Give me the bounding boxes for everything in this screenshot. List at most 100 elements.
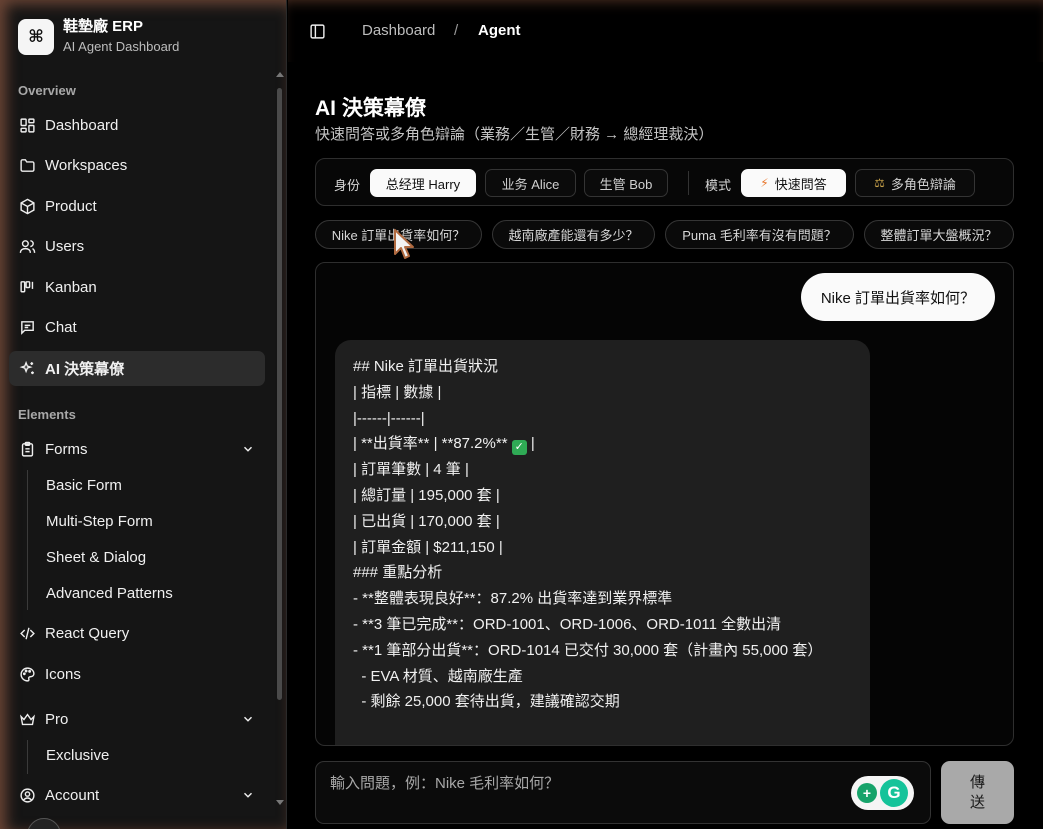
assistant-line: - 剩餘 25,000 套待出貨，建議確認交期 — [353, 693, 620, 711]
submenu-guide-line — [27, 470, 28, 610]
sidebar-item-label: AI 決策幕僚 — [45, 361, 125, 378]
sidebar: ⌘ 鞋墊廠 ERP AI Agent Dashboard Overview Da… — [0, 0, 287, 829]
sidebar-item-label: Users — [45, 238, 85, 255]
sparkles-icon — [19, 360, 34, 375]
assistant-line: | 訂單金額 | $211,150 | — [353, 538, 503, 556]
assistant-line: - **3 筆已完成**：ORD-1001、ORD-1006、ORD-1011 … — [353, 615, 782, 633]
mode-button-label: 多角色辯論 — [890, 176, 956, 192]
crown-icon — [20, 713, 35, 726]
sidebar-item-account[interactable]: Account — [9, 778, 265, 813]
scales-icon: ⚖ — [874, 176, 885, 190]
breadcrumb-separator: / — [454, 22, 459, 39]
mode-button-quick-answer[interactable]: ⚡ 快速問答 — [741, 169, 846, 197]
sidebar-item-workspaces[interactable]: Workspaces — [9, 148, 265, 183]
sidebar-item-label: Forms — [45, 441, 88, 458]
sidebar-item-label: Kanban — [45, 279, 97, 296]
chevron-down-icon — [243, 792, 253, 798]
submenu-guide-line — [27, 740, 28, 774]
sidebar-item-ai-advisor[interactable]: AI 決策幕僚 — [9, 351, 265, 386]
assistant-line: | 訂單筆數 | 4 筆 | — [353, 461, 469, 479]
assistant-line: - **1 筆部分出貨**：ORD-1014 已交付 30,000 套（計畫內 … — [353, 641, 823, 659]
avatar[interactable] — [27, 818, 61, 829]
role-button-bob[interactable]: 生管 Bob — [584, 169, 668, 197]
sidebar-scrollbar[interactable] — [277, 88, 282, 700]
chevron-down-icon — [243, 716, 253, 722]
sidebar-subitem-basic-form[interactable]: Basic Form — [36, 470, 256, 500]
sidebar-item-label: Workspaces — [45, 157, 128, 174]
user-message-bubble: Nike 訂單出貨率如何？ — [800, 273, 995, 321]
sidebar-item-label: Icons — [45, 666, 81, 683]
assistant-line: - **整體表現良好**：87.2% 出貨率達到業界標準 — [353, 590, 673, 608]
folder-icon — [20, 159, 35, 172]
group-label-overview: Overview — [18, 83, 76, 98]
topbar: Dashboard / Agent — [288, 0, 1043, 62]
mode-button-debate[interactable]: ⚖ 多角色辯論 — [855, 169, 975, 197]
sidebar-item-label: Account — [45, 787, 100, 804]
clipboard-icon — [21, 441, 34, 457]
scrollbar-up-arrow[interactable] — [276, 72, 284, 77]
mode-label: 模式 — [705, 178, 732, 193]
sidebar-toggle-icon[interactable] — [309, 23, 326, 40]
control-divider — [688, 171, 689, 195]
breadcrumb-agent: Agent — [478, 22, 521, 39]
sidebar-item-icons[interactable]: Icons — [9, 657, 265, 692]
assistant-line: | **出貨率** | **87.2%** ✓ | — [353, 435, 535, 456]
assistant-line: ## Nike 訂單出貨狀況 — [353, 358, 499, 375]
chat-window[interactable]: Nike 訂單出貨率如何？ ## Nike 訂單出貨狀況 | 指標 | 數據 |… — [315, 262, 1014, 746]
chat-input-box[interactable]: + G — [315, 761, 931, 824]
dashboard-icon — [20, 118, 35, 133]
sidebar-subitem-advanced-patterns[interactable]: Advanced Patterns — [36, 578, 256, 608]
role-button-alice[interactable]: 业务 Alice — [485, 169, 576, 197]
code-icon — [20, 627, 35, 640]
lightning-icon: ⚡ — [760, 176, 769, 190]
sidebar-item-label: Chat — [45, 319, 77, 336]
role-button-label: 业务 Alice — [501, 176, 560, 192]
chat-input[interactable] — [316, 762, 930, 823]
assistant-line: ### 重點分析 — [353, 564, 443, 582]
breadcrumb-dashboard[interactable]: Dashboard — [362, 22, 435, 40]
sidebar-item-kanban[interactable]: Kanban — [9, 270, 265, 305]
page-subtitle: 快速問答或多角色辯論（業務／生管／財務 → 總經理裁決） — [315, 126, 714, 143]
sidebar-item-label: React Query — [45, 625, 130, 642]
assistant-line: | 總訂量 | 195,000 套 | — [353, 486, 500, 504]
sidebar-item-forms[interactable]: Forms — [9, 432, 265, 467]
mouse-cursor-icon — [394, 229, 414, 259]
quick-question-chip[interactable]: 越南廠產能還有多少？ — [492, 220, 655, 249]
page-title: AI 決策幕僚 — [315, 97, 426, 120]
sidebar-item-label: Pro — [45, 711, 69, 728]
users-icon — [19, 240, 36, 253]
brand-subtitle: AI Agent Dashboard — [63, 39, 180, 54]
sidebar-subitem-exclusive[interactable]: Exclusive — [36, 740, 256, 770]
sidebar-item-react-query[interactable]: React Query — [9, 616, 265, 651]
sidebar-subitem-sheet-dialog[interactable]: Sheet & Dialog — [36, 542, 256, 572]
sidebar-subitem-multi-step-form[interactable]: Multi-Step Form — [36, 506, 256, 536]
sidebar-item-chat[interactable]: Chat — [9, 310, 265, 345]
sidebar-item-users[interactable]: Users — [9, 229, 265, 264]
brand[interactable]: ⌘ 鞋墊廠 ERP AI Agent Dashboard — [18, 18, 179, 55]
brand-title: 鞋墊廠 ERP — [63, 18, 144, 35]
assistant-line: | 已出貨 | 170,000 套 | — [353, 512, 500, 530]
send-button[interactable]: 傳送 — [941, 761, 1014, 824]
assistant-line: |------|------| — [353, 409, 425, 427]
quick-question-chip[interactable]: Puma 毛利率有沒有問題？ — [665, 220, 854, 249]
grammar-extension-widget[interactable]: + G — [851, 776, 914, 810]
sidebar-item-product[interactable]: Product — [9, 189, 265, 224]
role-label: 身份 — [334, 178, 361, 193]
quick-question-chip[interactable]: 整體訂單大盤概況？ — [864, 220, 1014, 249]
command-icon: ⌘ — [18, 18, 54, 55]
lightbulb-icon[interactable]: + — [857, 783, 877, 803]
assistant-line: - EVA 材質、越南廠生產 — [353, 667, 523, 685]
check-mark-icon: ✓ — [511, 440, 527, 456]
mode-button-label: 快速問答 — [774, 176, 827, 192]
grammarly-icon[interactable]: G — [880, 779, 908, 807]
role-button-label: 生管 Bob — [599, 176, 653, 192]
assistant-line: | 指標 | 數據 | — [353, 383, 442, 401]
sidebar-item-pro[interactable]: Pro — [9, 702, 265, 737]
assistant-message-bubble: ## Nike 訂單出貨狀況 | 指標 | 數據 | |------|-----… — [335, 340, 870, 745]
chevron-down-icon — [243, 446, 253, 452]
role-button-harry[interactable]: 总经理 Harry — [370, 169, 476, 197]
scrollbar-down-arrow[interactable] — [276, 800, 284, 805]
sidebar-item-dashboard[interactable]: Dashboard — [9, 108, 265, 143]
package-icon — [20, 198, 35, 215]
sidebar-item-label: Product — [45, 198, 97, 215]
